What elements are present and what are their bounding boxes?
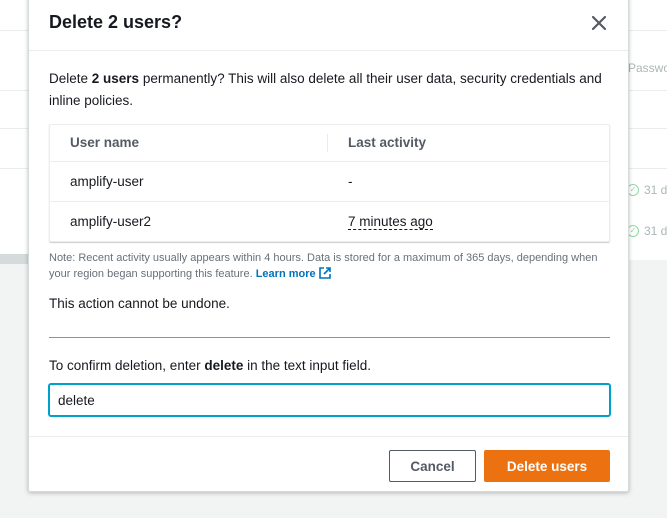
last-activity-cell: - — [348, 174, 353, 189]
section-divider — [49, 337, 610, 338]
confirm-prefix: To confirm deletion, enter — [49, 358, 205, 373]
confirm-suffix: in the text input field. — [243, 358, 371, 373]
close-icon[interactable] — [590, 14, 608, 32]
table-header: User name Last activity — [50, 125, 609, 162]
dialog-footer-divider — [29, 436, 628, 437]
last-activity-cell[interactable]: 7 minutes ago — [348, 214, 433, 230]
learn-more-link[interactable]: Learn more — [255, 266, 332, 280]
confirm-keyword: delete — [204, 358, 244, 373]
column-header-last-activity: Last activity — [348, 135, 427, 150]
description-count: 2 users — [91, 71, 140, 86]
users-table: User name Last activity amplify-user - a… — [49, 124, 610, 242]
background-activity: 31 d — [644, 224, 667, 238]
dialog-header: Delete 2 users? — [29, 0, 628, 51]
delete-users-dialog: Delete 2 users? Delete 2 users permanent… — [28, 0, 629, 492]
undone-warning: This action cannot be undone. — [49, 296, 230, 311]
column-divider — [327, 134, 328, 152]
learn-more-label: Learn more — [255, 268, 316, 280]
column-header-user-name: User name — [70, 135, 140, 150]
user-name-cell: amplify-user2 — [70, 214, 152, 229]
table-row: amplify-user - — [50, 162, 609, 202]
background-scrollbar — [0, 254, 30, 264]
dialog-description: Delete 2 users permanently? This will al… — [49, 68, 614, 112]
background-activity: 31 d — [644, 183, 667, 197]
delete-users-button[interactable]: Delete users — [484, 450, 610, 482]
background-column-header: Passwo — [628, 61, 667, 75]
table-row: amplify-user2 7 minutes ago — [50, 202, 609, 242]
confirm-label: To confirm deletion, enter delete in the… — [49, 358, 371, 373]
description-prefix: Delete — [49, 71, 92, 86]
confirm-delete-input[interactable] — [49, 384, 610, 416]
dialog-title: Delete 2 users? — [49, 12, 183, 32]
external-link-icon — [318, 266, 332, 280]
cancel-button[interactable]: Cancel — [389, 450, 476, 482]
user-name-cell: amplify-user — [70, 174, 144, 189]
activity-note: Note: Recent activity usually appears wi… — [49, 250, 614, 282]
